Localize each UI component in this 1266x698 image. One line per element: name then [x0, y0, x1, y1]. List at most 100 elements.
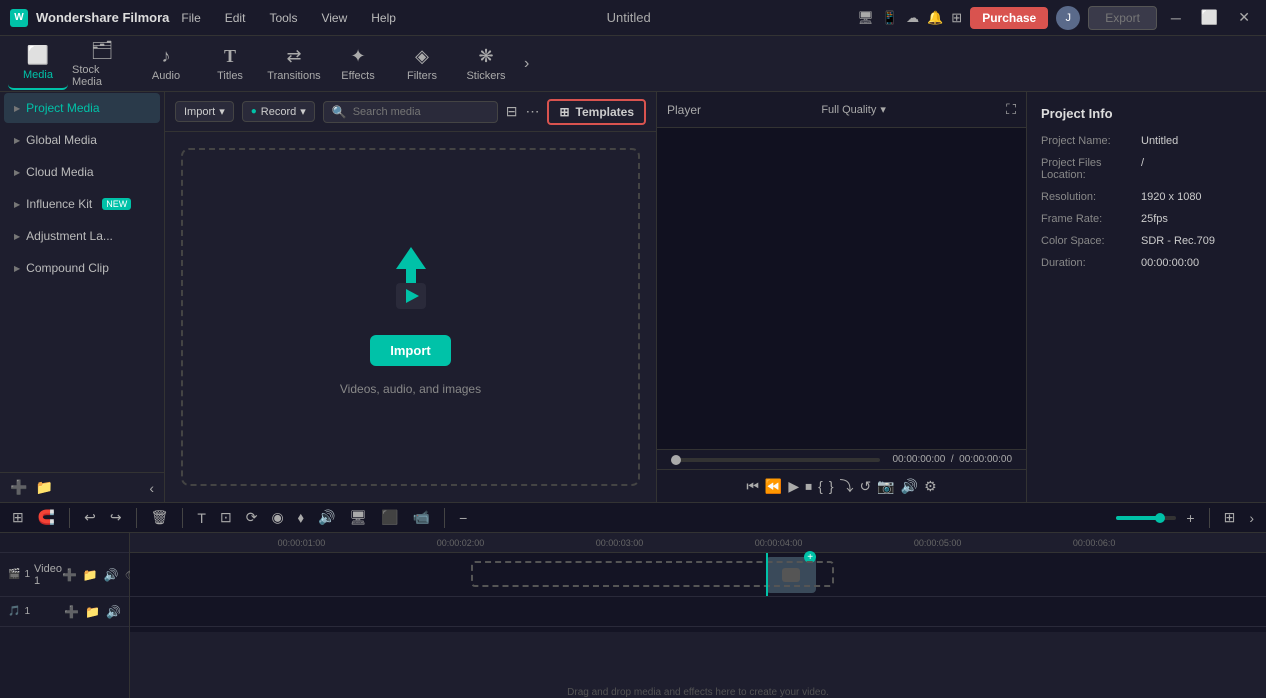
- toolbar-media-label: Media: [23, 69, 53, 81]
- separator: [444, 508, 445, 528]
- text-icon[interactable]: T: [193, 508, 210, 528]
- video-track-area: +: [130, 553, 1266, 597]
- toolbar-audio[interactable]: ♪ Audio: [136, 38, 196, 90]
- more-timeline-icon[interactable]: ›: [1245, 508, 1258, 528]
- purchase-button[interactable]: Purchase: [970, 7, 1048, 29]
- sidebar-item-adjustment[interactable]: ▶ Adjustment La...: [4, 221, 160, 251]
- audio-separate-icon[interactable]: 🔊: [314, 507, 339, 528]
- collapse-icon[interactable]: ‹: [149, 480, 154, 496]
- menu-edit[interactable]: Edit: [221, 9, 250, 27]
- menu-file[interactable]: File: [177, 9, 204, 27]
- toolbar-titles[interactable]: T Titles: [200, 38, 260, 90]
- zoom-in-icon[interactable]: +: [1182, 508, 1198, 528]
- record-button[interactable]: ● Record ▾: [242, 101, 315, 122]
- progress-thumb[interactable]: [671, 455, 681, 465]
- magnet-icon[interactable]: 🧲: [34, 507, 59, 528]
- close-button[interactable]: ✕: [1232, 7, 1256, 28]
- snapshot-icon[interactable]: 📷: [877, 478, 894, 495]
- toolbar-stock-media[interactable]: 🗂 Stock Media: [72, 38, 132, 90]
- toolbar-filters[interactable]: ◈ Filters: [392, 38, 452, 90]
- import-drop-area[interactable]: Import Videos, audio, and images: [181, 148, 640, 486]
- project-files-value: /: [1141, 157, 1144, 181]
- add-folder-icon[interactable]: ➕: [10, 479, 27, 496]
- mark-in-icon[interactable]: {: [818, 478, 823, 494]
- sidebar-item-global-media[interactable]: ▶ Global Media: [4, 125, 160, 155]
- sidebar-item-project-media[interactable]: ▶ Project Media: [4, 93, 160, 123]
- stop-button[interactable]: ⏹: [805, 478, 812, 495]
- speed-icon[interactable]: ⟳: [242, 507, 262, 528]
- devices-icon[interactable]: 📱: [882, 10, 898, 26]
- play-button[interactable]: ▶: [788, 478, 799, 495]
- player-progress-bar[interactable]: [671, 458, 880, 462]
- toolbar-effects[interactable]: ✦ Effects: [328, 38, 388, 90]
- search-input[interactable]: [353, 106, 489, 118]
- track-folder-icon[interactable]: 📁: [83, 568, 98, 582]
- import-media-button[interactable]: Import: [370, 335, 450, 366]
- step-back-icon[interactable]: ⏪: [765, 478, 782, 495]
- video-icon[interactable]: 📹: [409, 507, 434, 528]
- undo-icon[interactable]: ↩: [80, 507, 100, 528]
- add-to-timeline-icon[interactable]: ⤵: [840, 476, 854, 496]
- video-track-label: 🎬 1 Video 1 ➕ 📁 🔊 👁: [0, 553, 129, 597]
- toolbar: ⬜ Media 🗂 Stock Media ♪ Audio T Titles ⇄…: [0, 36, 1266, 92]
- cloud-icon[interactable]: ☁: [906, 10, 919, 26]
- skip-back-icon[interactable]: ⏮: [746, 478, 759, 495]
- drop-zone[interactable]: [471, 561, 835, 587]
- screen-record-icon[interactable]: 🖥: [345, 507, 371, 528]
- track-add-icon-2[interactable]: ➕: [64, 605, 79, 619]
- resolution-label: Resolution:: [1041, 191, 1141, 203]
- zoom-out-icon[interactable]: −: [455, 508, 471, 528]
- filter-icon[interactable]: ⊟: [506, 103, 518, 120]
- track-add-icon[interactable]: ➕: [62, 568, 77, 582]
- zoom-slider[interactable]: [1116, 516, 1176, 520]
- minimize-button[interactable]: ─: [1165, 8, 1187, 28]
- track-volume-icon[interactable]: 🔊: [104, 568, 119, 582]
- crop-icon[interactable]: ⊡: [216, 507, 236, 528]
- menu-tools[interactable]: Tools: [265, 9, 301, 27]
- folder-icon[interactable]: 📁: [35, 479, 52, 496]
- toolbar-transitions[interactable]: ⇄ Transitions: [264, 38, 324, 90]
- toolbar-audio-label: Audio: [152, 70, 180, 82]
- more-options-icon[interactable]: ⋯: [525, 103, 539, 120]
- settings-icon[interactable]: ⚙: [924, 478, 937, 495]
- zoom-thumb[interactable]: [1155, 513, 1165, 523]
- color-icon[interactable]: ◉: [267, 507, 287, 528]
- export-button[interactable]: Export: [1088, 6, 1157, 30]
- loop-icon[interactable]: ↺: [860, 478, 872, 495]
- pip-icon[interactable]: ⬛: [377, 507, 402, 528]
- toolbar-media[interactable]: ⬜ Media: [8, 38, 68, 90]
- toolbar-filters-label: Filters: [407, 70, 437, 82]
- total-time: 00:00:00:00: [959, 454, 1012, 465]
- sidebar-item-compound-clip[interactable]: ▶ Compound Clip: [4, 253, 160, 283]
- maximize-button[interactable]: ⬜: [1195, 7, 1224, 28]
- track-folder-icon-2[interactable]: 📁: [85, 605, 100, 619]
- toolbar-stickers[interactable]: ❋ Stickers: [456, 38, 516, 90]
- keyframe-icon[interactable]: ⬧: [294, 507, 308, 528]
- toolbar-more-button[interactable]: ›: [520, 51, 533, 77]
- redo-icon[interactable]: ↪: [106, 507, 126, 528]
- sidebar-item-influence-kit[interactable]: ▶ Influence Kit NEW: [4, 189, 160, 219]
- add-track-icon[interactable]: ⊞: [8, 507, 28, 528]
- timeline-ruler: 00:00:01:00 00:00:02:00 00:00:03:00 00:0…: [130, 533, 1266, 553]
- menu-help[interactable]: Help: [367, 9, 400, 27]
- volume-icon[interactable]: 🔊: [901, 478, 918, 495]
- bell-icon[interactable]: 🔔: [927, 10, 943, 26]
- sidebar-item-cloud-media[interactable]: ▶ Cloud Media: [4, 157, 160, 187]
- templates-button[interactable]: ⊞ Templates: [547, 99, 646, 125]
- fullscreen-icon[interactable]: ⛶: [1006, 101, 1016, 118]
- grid-view-icon[interactable]: ⊞: [1220, 507, 1240, 528]
- quality-selector[interactable]: Full Quality ▾: [821, 103, 886, 116]
- mark-out-icon[interactable]: }: [829, 478, 834, 494]
- filters-icon: ◈: [415, 46, 429, 67]
- templates-icon: ⊞: [559, 105, 569, 119]
- track-mute-icon[interactable]: 🔊: [106, 605, 121, 619]
- import-button[interactable]: Import ▾: [175, 101, 234, 122]
- app-logo: W: [10, 9, 28, 27]
- audio-track-controls: ➕ 📁 🔊: [64, 605, 121, 619]
- info-row-framerate: Frame Rate: 25fps: [1041, 213, 1252, 225]
- grid-icon[interactable]: ⊞: [951, 10, 962, 26]
- menu-view[interactable]: View: [317, 9, 351, 27]
- playhead: [766, 553, 768, 596]
- monitor-icon[interactable]: 🖥: [857, 10, 874, 26]
- delete-icon[interactable]: 🗑: [147, 507, 173, 528]
